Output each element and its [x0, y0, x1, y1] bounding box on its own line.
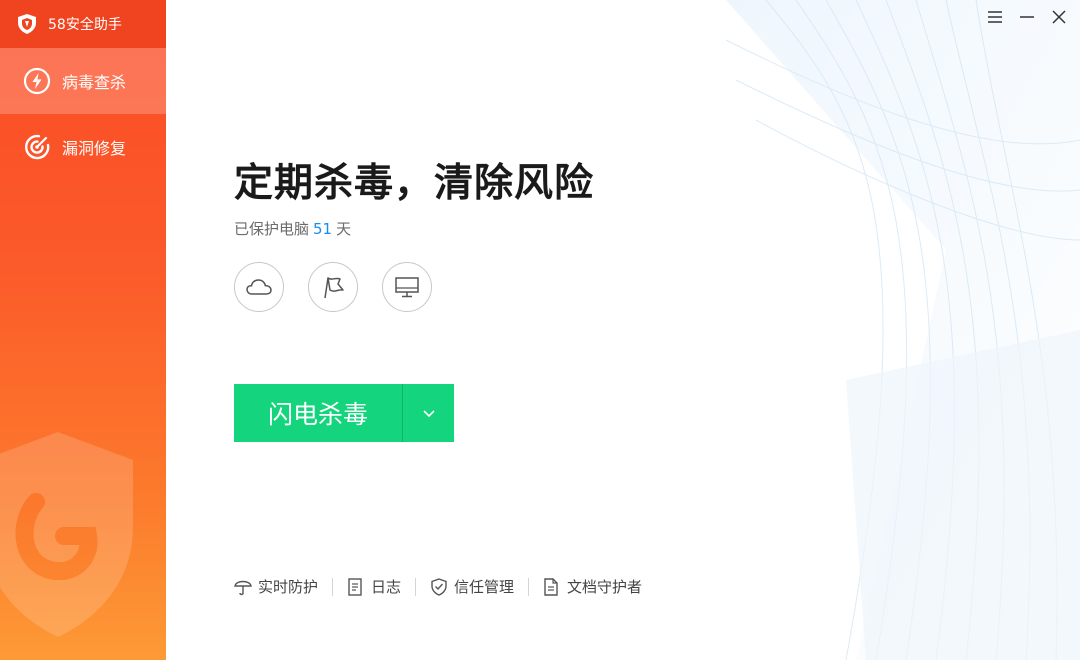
cloud-icon [245, 277, 273, 297]
target-icon [22, 132, 52, 162]
window-controls [984, 6, 1070, 28]
sidebar-item-label: 病毒查杀 [62, 73, 127, 92]
chevron-down-icon [422, 408, 436, 418]
quick-actions [234, 262, 432, 312]
trust-management-label: 信任管理 [454, 578, 515, 596]
flag-icon [320, 274, 346, 300]
main-panel: 定期杀毒，清除风险 已保护电脑 51 天 闪电杀毒 实时防护 日志 信任管理 文… [166, 0, 1080, 660]
bottom-links: 实时防护 日志 信任管理 文档守护者 [234, 576, 642, 597]
sidebar-item-label: 漏洞修复 [62, 139, 127, 158]
quick-scan-button[interactable]: 闪电杀毒 [234, 384, 402, 442]
page-title: 定期杀毒，清除风险 [234, 161, 595, 206]
protected-suffix: 天 [336, 220, 352, 238]
menu-icon[interactable] [984, 6, 1006, 28]
divider [528, 577, 530, 596]
document-guardian-label: 文档守护者 [567, 578, 643, 596]
flag-button[interactable] [308, 262, 358, 312]
trust-management-link[interactable]: 信任管理 [430, 576, 514, 597]
cloud-button[interactable] [234, 262, 284, 312]
log-link[interactable]: 日志 [347, 576, 401, 597]
umbrella-icon [234, 577, 252, 597]
scan-options-dropdown[interactable] [403, 384, 454, 442]
sidebar: 58安全助手 病毒查杀 漏洞修复 [0, 0, 166, 660]
divider [332, 577, 334, 596]
shield-logo-icon [16, 13, 38, 35]
app-title: 58安全助手 [48, 17, 122, 33]
shield-watermark-icon [0, 432, 138, 646]
minimize-icon[interactable] [1016, 6, 1038, 28]
close-icon[interactable] [1048, 6, 1070, 28]
sidebar-item-vuln-repair[interactable]: 漏洞修复 [0, 114, 166, 180]
app-header: 58安全助手 [0, 0, 166, 48]
protected-days: 51 [313, 220, 333, 238]
document-guardian-link[interactable]: 文档守护者 [543, 576, 642, 597]
lightning-icon [22, 66, 52, 96]
document-icon [347, 577, 365, 597]
shield-check-icon [430, 577, 448, 597]
file-icon [543, 577, 561, 597]
log-label: 日志 [371, 578, 402, 596]
realtime-protection-link[interactable]: 实时防护 [234, 576, 318, 597]
realtime-protection-label: 实时防护 [258, 578, 319, 596]
protection-status: 已保护电脑 51 天 [234, 218, 351, 239]
scan-button-group: 闪电杀毒 [234, 384, 454, 442]
monitor-button[interactable] [382, 262, 432, 312]
background-art [725, 0, 1080, 660]
protected-prefix: 已保护电脑 [234, 220, 310, 238]
monitor-icon [394, 275, 420, 299]
divider [415, 577, 417, 596]
sidebar-item-virus-scan[interactable]: 病毒查杀 [0, 48, 166, 114]
